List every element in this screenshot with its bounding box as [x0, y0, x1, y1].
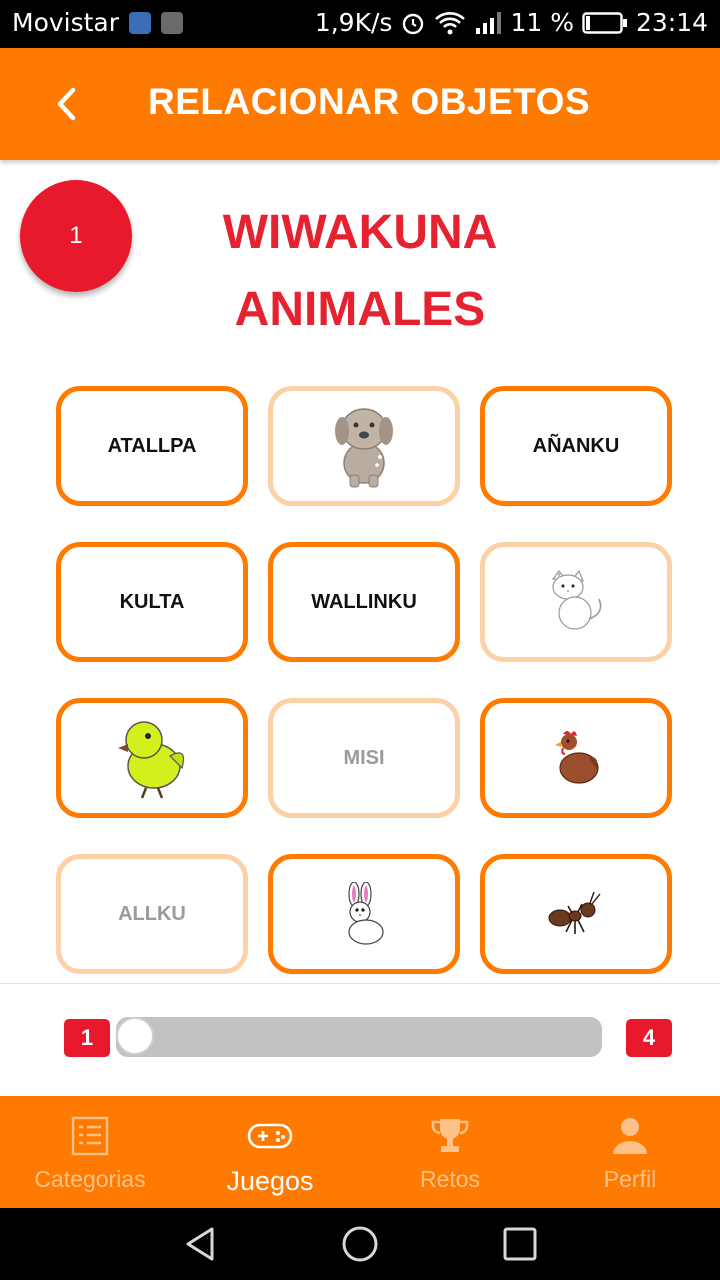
match-card[interactable]: [268, 854, 460, 974]
signal-icon: [476, 11, 502, 34]
match-card[interactable]: [480, 698, 672, 818]
category-title-quechua: WIWAKUNA: [222, 206, 498, 259]
nav-label: Perfil: [603, 1166, 657, 1192]
hen-icon: [555, 731, 599, 784]
bottom-navigation: Categorias Juegos Retos Perfil: [0, 1096, 720, 1208]
match-card[interactable]: ATALLPA: [56, 386, 248, 506]
card-label: KULTA: [119, 590, 185, 613]
card-label: AÑANKU: [532, 434, 620, 457]
gallery-app-icon: [161, 11, 184, 34]
match-card[interactable]: [56, 698, 248, 818]
nav-label: Retos: [419, 1166, 481, 1192]
chick-icon: [118, 721, 185, 799]
gamepad-icon: [247, 1123, 293, 1149]
wifi-icon: [435, 11, 466, 34]
status-bar: Movistar 1,9K/s 11 % 23:14: [0, 0, 720, 48]
cat-icon: [551, 569, 602, 630]
back-button[interactable]: [44, 80, 88, 128]
card-label: ALLKU: [118, 902, 186, 925]
card-label: MISI: [343, 746, 385, 769]
carrier-label: Movistar: [12, 8, 120, 37]
progress-min-badge: 1: [64, 1019, 110, 1057]
match-card[interactable]: WALLINKU: [268, 542, 460, 662]
match-card[interactable]: [480, 542, 672, 662]
nav-item-retos[interactable]: Retos: [360, 1096, 540, 1208]
match-card[interactable]: ALLKU: [56, 854, 248, 974]
back-triangle-icon[interactable]: [180, 1224, 220, 1264]
nav-item-categorias[interactable]: Categorias: [0, 1096, 180, 1208]
chevron-left-icon: [57, 87, 76, 121]
progress-slider[interactable]: [116, 1017, 602, 1057]
progress-section: 1 4: [0, 983, 720, 1096]
health-app-icon: [129, 11, 152, 34]
app-bar: RELACIONAR OBJETOS: [0, 48, 720, 160]
category-title-spanish: ANIMALES: [234, 283, 486, 336]
page-title: RELACIONAR OBJETOS: [148, 81, 591, 122]
match-card[interactable]: MISI: [268, 698, 460, 818]
nav-item-juegos[interactable]: Juegos: [180, 1096, 360, 1208]
list-icon: [71, 1116, 109, 1156]
match-card[interactable]: AÑANKU: [480, 386, 672, 506]
battery-percent-label: 11 %: [510, 8, 574, 37]
rabbit-icon: [348, 882, 384, 945]
ant-icon: [548, 891, 601, 934]
match-card[interactable]: KULTA: [56, 542, 248, 662]
card-label: WALLINKU: [311, 590, 417, 613]
battery-icon: [582, 11, 627, 34]
progress-max-badge: 4: [626, 1019, 672, 1057]
match-card[interactable]: [480, 854, 672, 974]
clock-label: 23:14: [635, 8, 708, 37]
dog-icon: [335, 408, 393, 488]
nav-item-perfil[interactable]: Perfil: [540, 1096, 720, 1208]
nav-label: Categorias: [34, 1166, 146, 1192]
match-card[interactable]: [268, 386, 460, 506]
card-label: ATALLPA: [107, 434, 197, 457]
nav-label: Juegos: [226, 1166, 314, 1196]
net-speed-label: 1,9K/s: [314, 8, 393, 37]
person-icon: [613, 1118, 647, 1154]
trophy-icon: [431, 1119, 469, 1152]
recents-square-icon[interactable]: [500, 1224, 540, 1264]
system-navigation-bar: [0, 1208, 720, 1280]
alarm-icon: [403, 13, 424, 34]
progress-thumb[interactable]: [116, 1017, 154, 1055]
home-circle-icon[interactable]: [340, 1224, 380, 1264]
